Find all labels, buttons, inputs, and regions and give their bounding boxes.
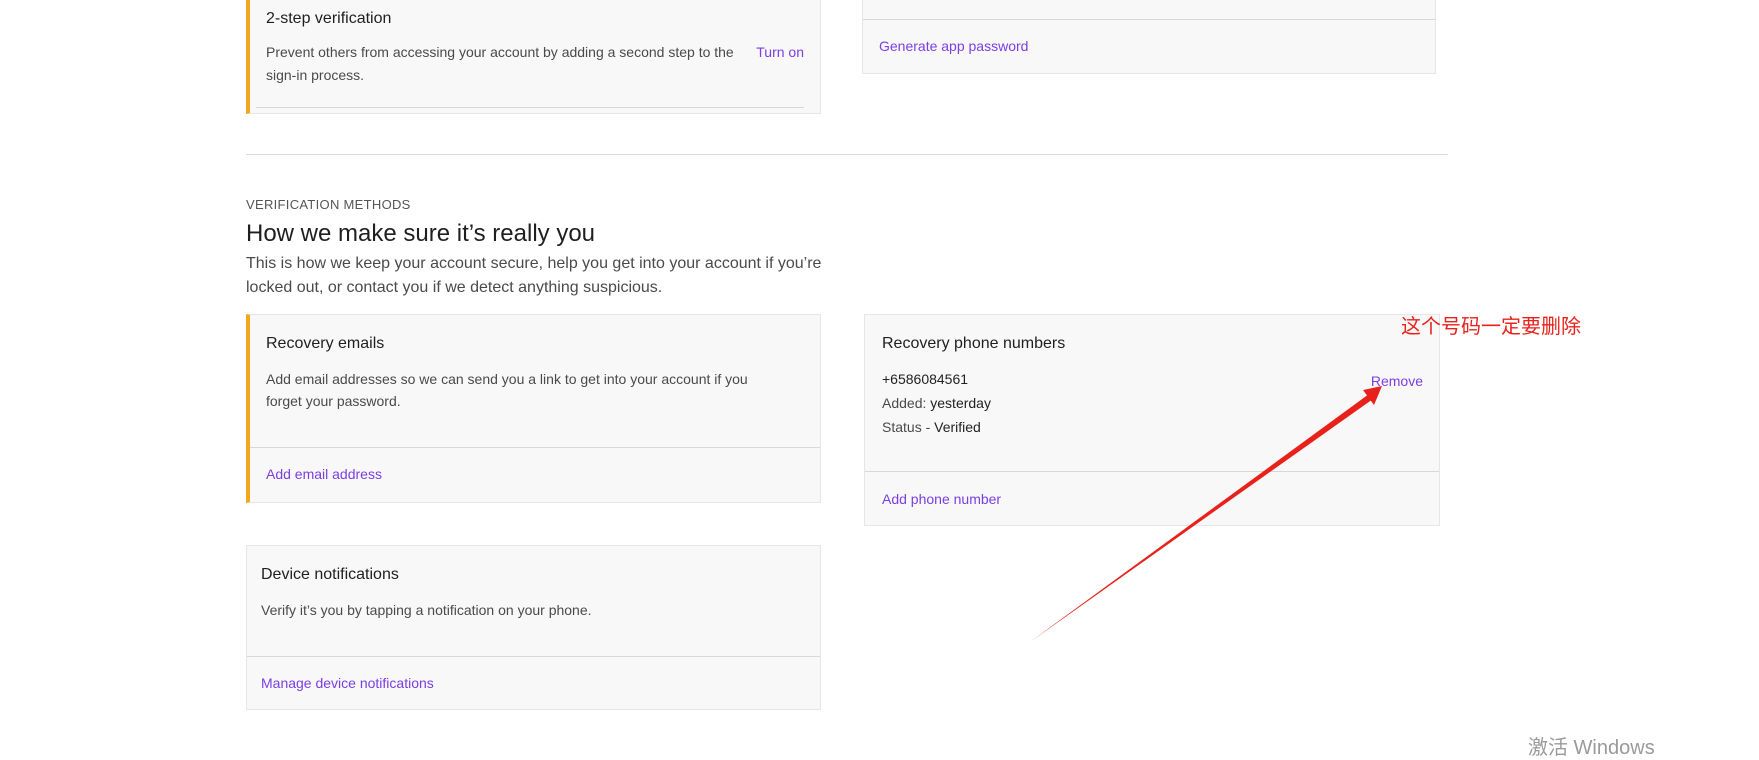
device-notifications-card: Device notifications Verify it’s you by … [246,545,821,710]
section-divider [246,154,1448,155]
phone-added: Added: yesterday [882,395,991,411]
recovery-phones-title: Recovery phone numbers [882,335,1066,352]
phone-status-label: Status - [882,419,931,435]
card-divider [250,447,820,448]
device-notifications-description: Verify it’s you by tapping a notificatio… [261,602,592,618]
phone-added-value: yesterday [930,395,991,411]
phone-status: Status - Verified [882,419,981,435]
card-divider [247,656,820,657]
two-step-title: 2-step verification [266,10,392,27]
card-divider [865,471,1439,472]
section-subheading: This is how we keep your account secure,… [246,255,822,296]
card-divider [256,107,804,108]
recovery-emails-title: Recovery emails [266,335,385,352]
add-phone-number-link[interactable]: Add phone number [882,491,1001,507]
app-password-card: Generate app password [862,0,1436,74]
recovery-emails-description: Add email addresses so we can send you a… [266,371,748,409]
phone-added-label: Added: [882,395,927,411]
remove-phone-link[interactable]: Remove [1371,373,1423,389]
phone-status-value: Verified [934,419,981,435]
two-step-description: Prevent others from accessing your accou… [266,44,734,83]
annotation-text: 这个号码一定要删除 [1401,316,1581,338]
phone-number: +6586084561 [882,371,969,387]
device-notifications-title: Device notifications [261,566,399,583]
recovery-phones-card: Recovery phone numbers +6586084561 Added… [864,314,1440,526]
generate-app-password-link[interactable]: Generate app password [879,38,1028,54]
section-eyebrow: VERIFICATION METHODS [246,197,411,212]
windows-activation-watermark: 激活 Windows [1528,737,1655,759]
two-step-verification-card: 2-step verification Prevent others from … [246,0,821,114]
card-divider [863,19,1435,20]
add-email-address-link[interactable]: Add email address [266,466,382,482]
turn-on-link[interactable]: Turn on [756,44,804,60]
manage-device-notifications-link[interactable]: Manage device notifications [261,675,434,691]
recovery-emails-card: Recovery emails Add email addresses so w… [246,314,821,503]
section-heading: How we make sure it’s really you [246,220,596,247]
